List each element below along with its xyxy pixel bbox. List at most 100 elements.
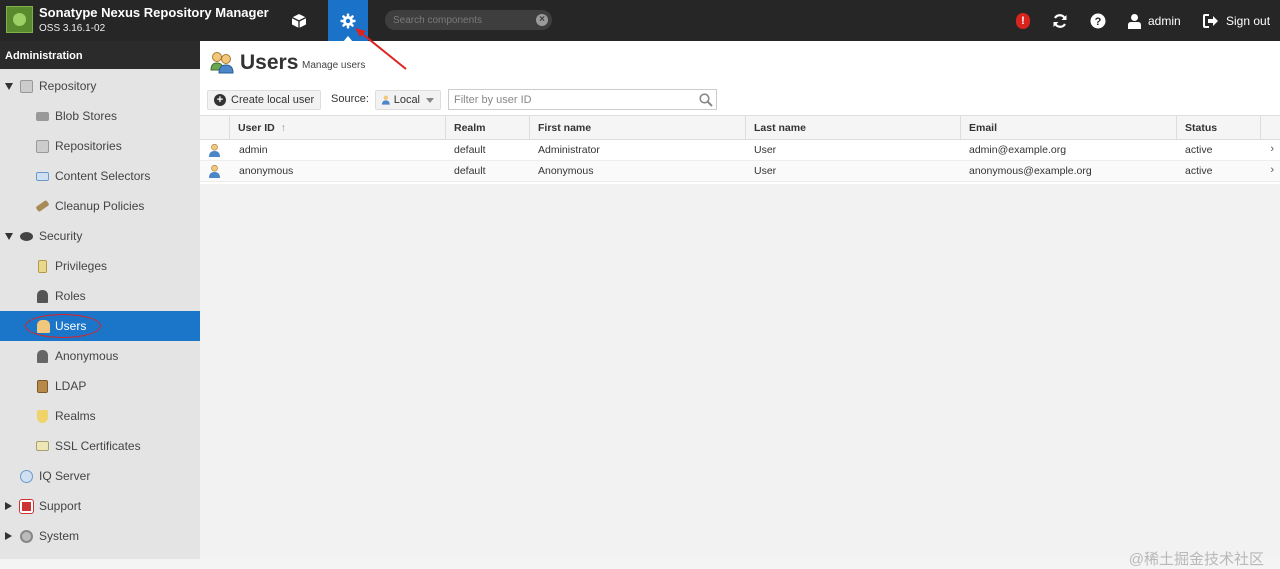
repository-icon bbox=[20, 79, 33, 93]
sidebar-item-security[interactable]: Security bbox=[0, 221, 200, 251]
page-title: Users bbox=[240, 51, 299, 74]
column-header-status[interactable]: Status bbox=[1177, 116, 1261, 140]
chevron-right-icon[interactable]: › bbox=[1270, 164, 1274, 176]
sidebar-item-label: LDAP bbox=[55, 379, 87, 393]
sidebar-item-ldap[interactable]: LDAP bbox=[0, 371, 200, 401]
anonymous-icon bbox=[37, 349, 48, 363]
sidebar-title: Administration bbox=[0, 41, 200, 69]
sidebar-item-privileges[interactable]: Privileges bbox=[0, 251, 200, 281]
security-eye-icon bbox=[20, 231, 33, 241]
privileges-icon bbox=[38, 259, 47, 273]
filter-input[interactable] bbox=[454, 92, 684, 107]
icon-column-header bbox=[200, 116, 230, 140]
sidebar-item-roles[interactable]: Roles bbox=[0, 281, 200, 311]
system-gear-icon bbox=[20, 529, 33, 543]
search-components: × bbox=[385, 10, 552, 30]
admin-sidebar: Administration Repository Blob Stores Re… bbox=[0, 41, 200, 559]
alert-icon: ! bbox=[1016, 12, 1030, 29]
chevron-right-icon[interactable]: › bbox=[1270, 143, 1274, 155]
sidebar-item-label: System bbox=[39, 529, 80, 543]
source-value: Local bbox=[393, 94, 420, 106]
create-local-user-label: Create local user bbox=[231, 94, 315, 106]
column-label: User ID bbox=[238, 122, 275, 134]
sign-out-button[interactable]: Sign out bbox=[1203, 0, 1270, 41]
create-local-user-button[interactable]: + Create local user bbox=[207, 90, 322, 110]
column-header-realm[interactable]: Realm bbox=[446, 116, 530, 140]
refresh-button[interactable] bbox=[1052, 0, 1068, 41]
column-header-user-id[interactable]: User ID ↑ bbox=[230, 116, 446, 140]
blob-store-icon bbox=[36, 111, 49, 121]
cell-user-id: anonymous bbox=[239, 165, 294, 177]
ldap-book-icon bbox=[37, 379, 48, 393]
cell-first-name: Anonymous bbox=[538, 165, 594, 177]
help-icon: ? bbox=[1090, 13, 1106, 28]
column-label: Email bbox=[969, 122, 998, 134]
column-header-email[interactable]: Email bbox=[961, 116, 1177, 140]
sign-out-icon bbox=[1203, 13, 1218, 28]
sidebar-item-realms[interactable]: Realms bbox=[0, 401, 200, 431]
user-menu[interactable]: admin bbox=[1128, 0, 1181, 41]
user-source-icon bbox=[382, 95, 390, 105]
table-row[interactable]: admin default Administrator User admin@e… bbox=[200, 140, 1280, 161]
column-label: Status bbox=[1185, 122, 1218, 134]
sidebar-item-iq-server[interactable]: IQ Server bbox=[0, 461, 200, 491]
sidebar-item-label: Privileges bbox=[55, 259, 108, 273]
cell-last-name: User bbox=[754, 165, 777, 177]
cell-last-name: User bbox=[754, 144, 777, 156]
clear-search-icon[interactable]: × bbox=[536, 14, 548, 26]
admin-gear-icon bbox=[340, 13, 356, 28]
cell-email: anonymous@example.org bbox=[969, 165, 1092, 177]
sidebar-item-label: Repository bbox=[39, 79, 97, 93]
app-title: Sonatype Nexus Repository Manager bbox=[39, 5, 269, 20]
grid-header: User ID ↑ Realm First name Last name Ema… bbox=[200, 115, 1280, 140]
sidebar-item-system[interactable]: System bbox=[0, 521, 200, 551]
sidebar-item-repository[interactable]: Repository bbox=[0, 71, 200, 101]
support-icon bbox=[19, 498, 34, 514]
column-header-first-name[interactable]: First name bbox=[530, 116, 746, 140]
administration-button[interactable] bbox=[328, 0, 368, 42]
collapse-icon[interactable] bbox=[5, 532, 12, 540]
cell-first-name: Administrator bbox=[538, 144, 600, 156]
collapse-icon[interactable] bbox=[5, 502, 12, 510]
plus-circle-icon: + bbox=[214, 94, 226, 106]
sidebar-item-cleanup-policies[interactable]: Cleanup Policies bbox=[0, 191, 200, 221]
sidebar-item-users[interactable]: Users bbox=[0, 311, 200, 341]
column-label: Last name bbox=[754, 122, 806, 134]
roles-icon bbox=[37, 289, 48, 303]
search-input[interactable] bbox=[393, 12, 533, 28]
iq-server-icon bbox=[20, 469, 33, 483]
sidebar-item-support[interactable]: Support bbox=[0, 491, 200, 521]
help-button[interactable]: ? bbox=[1090, 0, 1106, 41]
expand-icon[interactable] bbox=[5, 232, 13, 240]
sidebar-item-label: Realms bbox=[55, 409, 96, 423]
expand-icon[interactable] bbox=[5, 82, 13, 90]
browse-cube-icon bbox=[291, 13, 307, 28]
sidebar-item-label: IQ Server bbox=[39, 469, 91, 483]
nexus-logo[interactable] bbox=[6, 6, 33, 33]
user-icon bbox=[1128, 13, 1141, 29]
column-header-last-name[interactable]: Last name bbox=[746, 116, 961, 140]
sidebar-item-ssl-certificates[interactable]: SSL Certificates bbox=[0, 431, 200, 461]
realms-shield-icon bbox=[37, 409, 48, 423]
svg-text:?: ? bbox=[1095, 16, 1102, 28]
browse-button[interactable] bbox=[279, 0, 319, 41]
source-select[interactable]: Local bbox=[375, 90, 441, 110]
annotation-circle bbox=[25, 314, 101, 338]
alert-indicator[interactable]: ! bbox=[1016, 0, 1030, 41]
cell-email: admin@example.org bbox=[969, 144, 1067, 156]
cell-user-id: admin bbox=[239, 144, 268, 156]
sidebar-item-anonymous[interactable]: Anonymous bbox=[0, 341, 200, 371]
sidebar-item-blob-stores[interactable]: Blob Stores bbox=[0, 101, 200, 131]
username-label: admin bbox=[1148, 13, 1181, 28]
main-content: Users Manage users + Create local user S… bbox=[200, 41, 1280, 559]
sidebar-item-label: Support bbox=[39, 499, 82, 513]
page-subtitle: Manage users bbox=[302, 60, 366, 71]
search-icon[interactable] bbox=[699, 93, 713, 107]
users-title-icon bbox=[210, 52, 234, 74]
cell-realm: default bbox=[454, 165, 486, 177]
table-row[interactable]: anonymous default Anonymous User anonymo… bbox=[200, 161, 1280, 182]
sidebar-item-content-selectors[interactable]: Content Selectors bbox=[0, 161, 200, 191]
repositories-icon bbox=[36, 139, 49, 153]
sidebar-item-label: Content Selectors bbox=[55, 169, 151, 183]
sidebar-item-repositories[interactable]: Repositories bbox=[0, 131, 200, 161]
